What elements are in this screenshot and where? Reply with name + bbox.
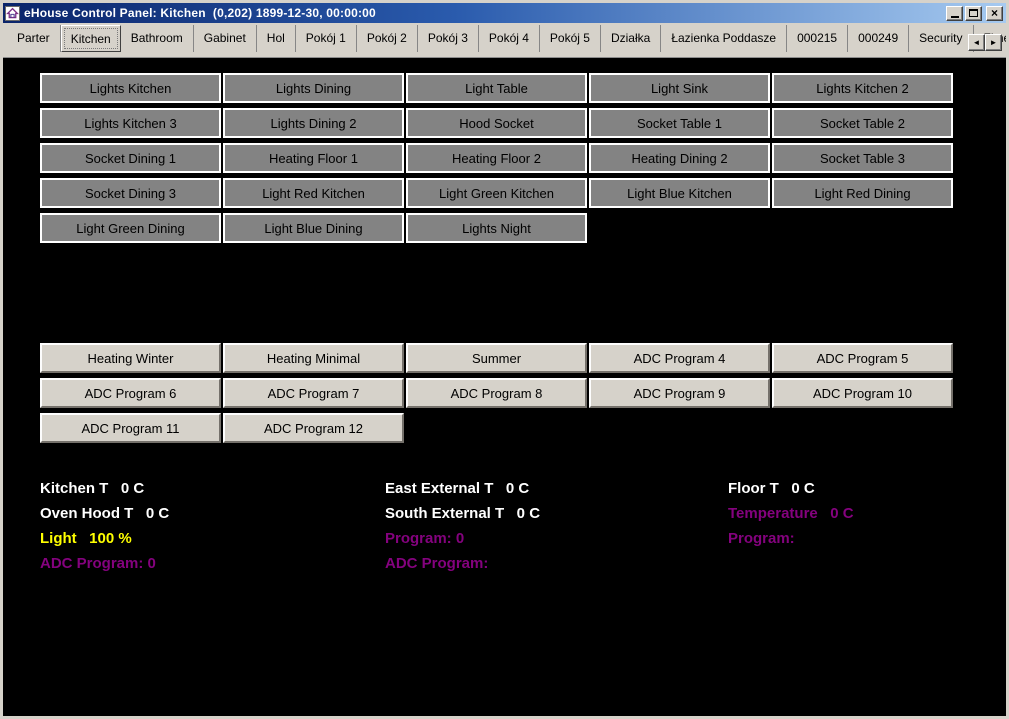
device-button[interactable]: Socket Dining 1 — [40, 143, 221, 173]
program-button[interactable]: ADC Program 8 — [406, 378, 587, 408]
room-tab[interactable]: Pokój 5 — [540, 25, 601, 52]
app-icon — [5, 6, 20, 21]
device-button[interactable]: Light Red Kitchen — [223, 178, 404, 208]
room-tab[interactable]: Pokój 4 — [479, 25, 540, 52]
program-button[interactable]: ADC Program 5 — [772, 343, 953, 373]
room-tab[interactable]: Łazienka Poddasze — [661, 25, 787, 52]
device-button[interactable]: Socket Table 2 — [772, 108, 953, 138]
room-tab[interactable]: Bathroom — [121, 25, 194, 52]
status-line: Oven Hood T 0 C — [40, 501, 169, 526]
room-tab[interactable]: Kitchen — [61, 25, 121, 52]
room-tabbar: Parter Kitchen Bathroom Gabinet Hol Pokó… — [3, 23, 1006, 58]
tab-scroll-right-button[interactable]: ► — [985, 34, 1002, 51]
device-button[interactable]: Hood Socket — [406, 108, 587, 138]
device-button[interactable]: Heating Floor 2 — [406, 143, 587, 173]
device-button[interactable]: Heating Dining 2 — [589, 143, 770, 173]
program-button-grid: Heating Winter Heating Minimal Summer AD… — [40, 343, 953, 443]
minimize-icon — [951, 16, 959, 18]
status-line: Kitchen T 0 C — [40, 476, 169, 501]
device-button-grid: Lights Kitchen Lights Dining Light Table… — [40, 73, 953, 243]
program-button[interactable]: ADC Program 12 — [223, 413, 404, 443]
program-button[interactable]: ADC Program 6 — [40, 378, 221, 408]
status-column-external: East External T 0 C South External T 0 C… — [385, 476, 540, 576]
status-line: South External T 0 C — [385, 501, 540, 526]
room-tab[interactable]: Parter — [7, 25, 61, 52]
tab-scroll-left-button[interactable]: ◄ — [968, 34, 985, 51]
device-button[interactable]: Light Green Kitchen — [406, 178, 587, 208]
device-button[interactable]: Lights Kitchen — [40, 73, 221, 103]
window-controls: × — [946, 6, 1003, 21]
program-button[interactable]: ADC Program 4 — [589, 343, 770, 373]
device-button[interactable]: Light Green Dining — [40, 213, 221, 243]
program-button[interactable]: Summer — [406, 343, 587, 373]
titlebar: eHouse Control Panel: Kitchen (0,202) 18… — [3, 3, 1006, 23]
device-button[interactable]: Light Blue Dining — [223, 213, 404, 243]
device-button[interactable]: Socket Dining 3 — [40, 178, 221, 208]
client-area: Lights Kitchen Lights Dining Light Table… — [3, 58, 1006, 716]
room-tab[interactable]: Pokój 3 — [418, 25, 479, 52]
device-button[interactable]: Heating Floor 1 — [223, 143, 404, 173]
room-tab[interactable]: 000215 — [787, 25, 848, 52]
status-line: Light 100 % — [40, 526, 169, 551]
status-line: Program: 0 — [385, 526, 540, 551]
status-line: Program: — [728, 526, 854, 551]
status-line: ADC Program: — [385, 551, 540, 576]
program-button[interactable]: ADC Program 9 — [589, 378, 770, 408]
device-button[interactable]: Light Blue Kitchen — [589, 178, 770, 208]
tab-scrollers: ◄ ► — [968, 34, 1002, 51]
status-line: East External T 0 C — [385, 476, 540, 501]
room-tab[interactable]: Gabinet — [194, 25, 257, 52]
window-title: eHouse Control Panel: Kitchen (0,202) 18… — [24, 6, 946, 20]
device-button[interactable]: Socket Table 1 — [589, 108, 770, 138]
room-tab[interactable]: 000249 — [848, 25, 909, 52]
close-icon: × — [991, 8, 998, 18]
status-line: Temperature 0 C — [728, 501, 854, 526]
room-tab[interactable]: Pokój 2 — [357, 25, 418, 52]
device-button[interactable]: Lights Kitchen 3 — [40, 108, 221, 138]
program-button[interactable]: ADC Program 7 — [223, 378, 404, 408]
room-tab[interactable]: Pokój 1 — [296, 25, 357, 52]
room-tab[interactable]: Hol — [257, 25, 296, 52]
device-button[interactable]: Lights Kitchen 2 — [772, 73, 953, 103]
program-button[interactable]: ADC Program 11 — [40, 413, 221, 443]
status-line: Floor T 0 C — [728, 476, 854, 501]
app-window: eHouse Control Panel: Kitchen (0,202) 18… — [0, 0, 1009, 719]
close-button[interactable]: × — [986, 6, 1003, 21]
maximize-button[interactable] — [965, 6, 982, 21]
device-button[interactable]: Light Red Dining — [772, 178, 953, 208]
status-line: ADC Program: 0 — [40, 551, 169, 576]
status-column-floor: Floor T 0 C Temperature 0 C Program: — [728, 476, 854, 551]
device-button[interactable]: Lights Dining 2 — [223, 108, 404, 138]
device-button[interactable]: Lights Night — [406, 213, 587, 243]
program-button[interactable]: ADC Program 10 — [772, 378, 953, 408]
device-button[interactable]: Light Table — [406, 73, 587, 103]
room-tab[interactable]: Security — [909, 25, 973, 52]
room-tab[interactable]: Działka — [601, 25, 661, 52]
minimize-button[interactable] — [946, 6, 963, 21]
program-button[interactable]: Heating Winter — [40, 343, 221, 373]
device-button[interactable]: Lights Dining — [223, 73, 404, 103]
device-button[interactable]: Light Sink — [589, 73, 770, 103]
status-column-kitchen: Kitchen T 0 C Oven Hood T 0 C Light 100 … — [40, 476, 169, 576]
device-button[interactable]: Socket Table 3 — [772, 143, 953, 173]
program-button[interactable]: Heating Minimal — [223, 343, 404, 373]
maximize-icon — [969, 9, 978, 17]
